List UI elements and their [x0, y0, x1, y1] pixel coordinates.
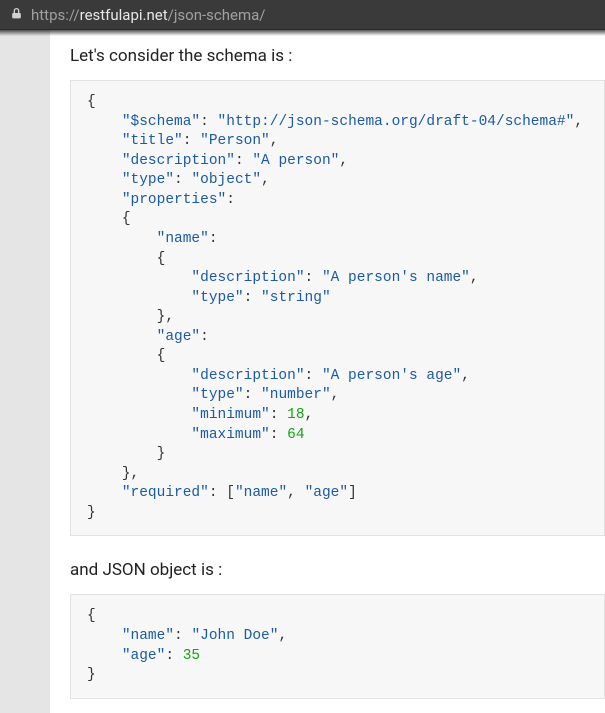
code-token-brace: }, — [157, 309, 174, 325]
code-token-str: "number" — [261, 387, 331, 403]
code-token-punct: : — [244, 290, 261, 306]
code-token-punct: , — [305, 407, 314, 423]
code-token-punct: , — [461, 368, 470, 384]
code-token-punct: ] — [348, 485, 357, 501]
code-token-str: "string" — [261, 290, 331, 306]
lock-icon — [10, 5, 23, 24]
code-token-key: "type" — [122, 172, 174, 188]
code-token-punct: : — [305, 270, 322, 286]
code-token-punct: : — [226, 192, 235, 208]
code-token-punct: , — [470, 270, 479, 286]
code-token-punct: : — [244, 387, 261, 403]
code-token-brace: } — [157, 446, 166, 462]
code-token-punct: : — [209, 231, 218, 247]
code-token-punct: : — [200, 114, 217, 130]
code-token-punct: , — [331, 387, 340, 403]
code-token-key: "age" — [122, 648, 166, 664]
object-code-block: { "name": "John Doe", "age": 35 } — [70, 594, 605, 698]
code-token-brace: { — [157, 348, 166, 364]
code-token-punct: : — [270, 427, 287, 443]
browser-addressbar[interactable]: https://restfulapi.net/json-schema/ — [0, 0, 605, 30]
code-token-str: "A person" — [252, 153, 339, 169]
code-token-brace: { — [87, 608, 96, 624]
code-token-str: "http://json-schema.org/draft-04/schema#… — [218, 114, 575, 130]
code-token-punct: : — [305, 368, 322, 384]
code-token-brace: }, — [122, 466, 139, 482]
code-token-key: "description" — [191, 368, 304, 384]
schema-code-block: { "$schema": "http://json-schema.org/dra… — [70, 80, 605, 536]
code-token-brace: { — [122, 211, 131, 227]
code-token-str: "A person's age" — [322, 368, 461, 384]
code-token-key: "title" — [122, 133, 183, 149]
url-domain: restfulapi.net — [80, 6, 168, 24]
code-token-brace: { — [157, 251, 166, 267]
code-token-punct: : — [174, 172, 191, 188]
code-token-punct: : — [235, 153, 252, 169]
code-token-brace: } — [87, 505, 96, 521]
code-token-key: "name" — [157, 231, 209, 247]
code-token-key: "$schema" — [122, 114, 200, 130]
code-token-punct: : [ — [209, 485, 235, 501]
url-path: /json-schema/ — [168, 6, 266, 24]
code-token-str: "Person" — [200, 133, 270, 149]
code-token-punct: : — [174, 628, 191, 644]
code-token-key: "type" — [191, 387, 243, 403]
code-token-str: "name" — [235, 485, 287, 501]
code-token-str: "A person's name" — [322, 270, 470, 286]
code-token-punct: , — [278, 628, 287, 644]
page-content: Let's consider the schema is : { "$schem… — [50, 30, 605, 713]
code-token-punct: : — [183, 133, 200, 149]
code-token-key: "maximum" — [191, 427, 269, 443]
code-token-key: "description" — [191, 270, 304, 286]
code-token-num: 18 — [287, 407, 304, 423]
code-token-num: 64 — [287, 427, 304, 443]
code-token-punct: : — [165, 648, 182, 664]
intro-text: Let's consider the schema is : — [70, 46, 605, 66]
code-token-punct: : — [270, 407, 287, 423]
code-token-punct: : — [200, 329, 209, 345]
code-token-key: "type" — [191, 290, 243, 306]
code-token-punct: , — [287, 485, 304, 501]
code-token-str: "object" — [191, 172, 261, 188]
code-token-brace: { — [87, 94, 96, 110]
code-token-key: "properties" — [122, 192, 226, 208]
code-token-brace: } — [87, 667, 96, 683]
code-token-punct: , — [339, 153, 348, 169]
code-token-punct: , — [574, 114, 583, 130]
code-token-str: "age" — [305, 485, 349, 501]
code-token-punct: , — [261, 172, 270, 188]
code-token-punct: , — [270, 133, 279, 149]
code-token-key: "minimum" — [191, 407, 269, 423]
code-token-key: "required" — [122, 485, 209, 501]
code-token-key: "name" — [122, 628, 174, 644]
url-text: https://restfulapi.net/json-schema/ — [31, 6, 265, 24]
code-token-num: 35 — [183, 648, 200, 664]
url-scheme: https:// — [31, 6, 80, 24]
middle-text: and JSON object is : — [70, 560, 605, 580]
code-token-key: "age" — [157, 329, 201, 345]
code-token-str: "John Doe" — [191, 628, 278, 644]
code-token-key: "description" — [122, 153, 235, 169]
